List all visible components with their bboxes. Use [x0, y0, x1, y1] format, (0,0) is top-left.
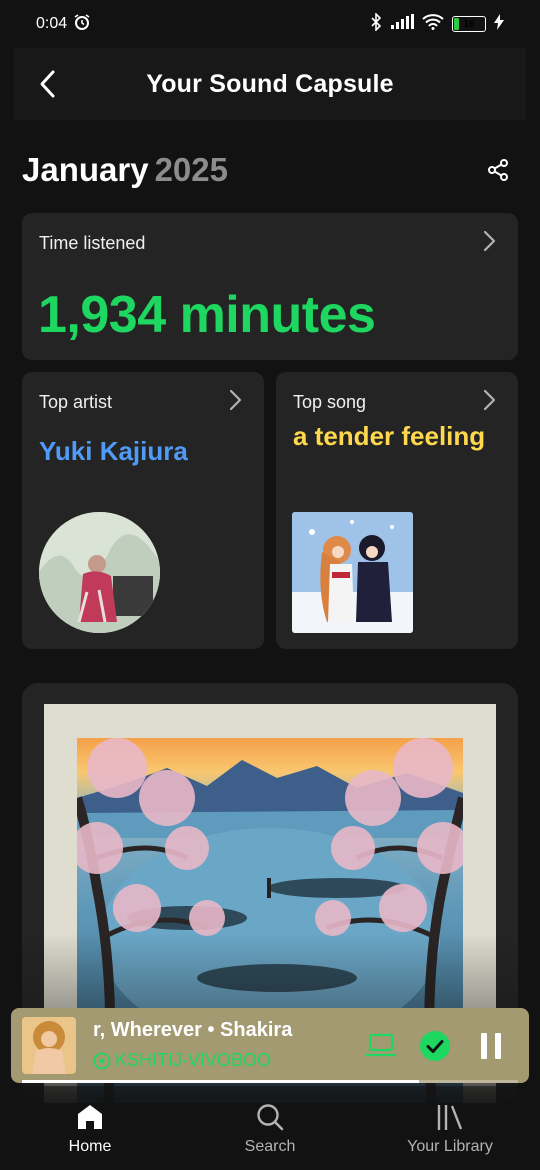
nav-library-label: Your Library — [407, 1138, 493, 1155]
top-artist-label: Top artist — [39, 392, 113, 412]
time-listened-card[interactable]: Time listened 1,934 minutes — [22, 213, 518, 360]
bluetooth-icon — [370, 11, 382, 36]
pause-button[interactable] — [473, 1028, 509, 1064]
page-header: Your Sound Capsule — [14, 48, 526, 120]
battery-level: 16 — [463, 18, 475, 30]
minutes-value: 1,934 minutes — [38, 286, 376, 344]
mini-player-thumbnail — [22, 1017, 76, 1074]
check-circle-icon — [420, 1031, 450, 1061]
top-song-name: a tender feeling — [293, 421, 486, 451]
chevron-right-icon — [483, 230, 496, 252]
top-artist-name: Yuki Kajiura — [39, 436, 188, 466]
wifi-icon — [422, 13, 444, 35]
home-icon — [78, 1105, 102, 1129]
library-icon — [437, 1105, 463, 1130]
song-cover-art — [292, 512, 413, 633]
chevron-right-icon — [229, 389, 242, 411]
month-year: 2025 — [154, 151, 228, 188]
search-icon — [257, 1104, 284, 1131]
status-bar: 0:04 16 — [0, 0, 540, 48]
page-title: Your Sound Capsule — [146, 69, 394, 98]
speaker-icon — [93, 1052, 111, 1069]
connected-device: KSHITIJ-VIVOBOO — [93, 1050, 271, 1071]
artist-avatar — [39, 512, 160, 633]
connect-device-button[interactable] — [363, 1028, 399, 1064]
nav-search-label: Search — [244, 1138, 296, 1155]
charging-icon — [494, 13, 504, 35]
month-name: January — [22, 151, 149, 188]
status-time: 0:04 — [36, 15, 68, 32]
back-arrow-icon — [40, 70, 55, 98]
saved-button[interactable] — [417, 1028, 453, 1064]
month-row: January 2025 — [22, 146, 518, 194]
top-song-card[interactable]: Top song a tender feeling — [276, 372, 518, 649]
top-song-label: Top song — [293, 392, 367, 412]
share-icon — [488, 159, 508, 181]
nav-search[interactable]: Search — [195, 1102, 345, 1156]
share-button[interactable] — [478, 150, 518, 190]
playback-progress[interactable] — [22, 1080, 518, 1083]
playback-progress-fill — [22, 1080, 419, 1083]
status-right: 16 — [370, 11, 504, 36]
device-connect-icon — [366, 1033, 396, 1057]
chevron-right-icon — [483, 389, 496, 411]
alarm-icon — [73, 13, 91, 36]
nav-library[interactable]: Your Library — [375, 1102, 525, 1156]
back-button[interactable] — [30, 66, 66, 102]
battery-icon: 16 — [452, 16, 486, 32]
status-left: 0:04 — [36, 13, 91, 36]
device-name: KSHITIJ-VIVOBOO — [115, 1050, 272, 1070]
pause-icon — [481, 1033, 501, 1059]
mini-player[interactable]: r, Wherever • Shakira KSHITIJ-VIVOBOO — [11, 1008, 529, 1083]
nav-home[interactable]: Home — [15, 1102, 165, 1156]
top-artist-card[interactable]: Top artist Yuki Kajiura — [22, 372, 264, 649]
now-playing-title: r, Wherever • Shakira — [93, 1019, 293, 1041]
time-listened-label: Time listened — [39, 233, 146, 253]
nav-home-label: Home — [68, 1138, 112, 1155]
signal-icon — [390, 13, 414, 35]
month-title: January 2025 — [22, 151, 228, 189]
battery-fill — [454, 18, 459, 30]
bottom-navigation: Home Search Your Library — [0, 1086, 540, 1170]
